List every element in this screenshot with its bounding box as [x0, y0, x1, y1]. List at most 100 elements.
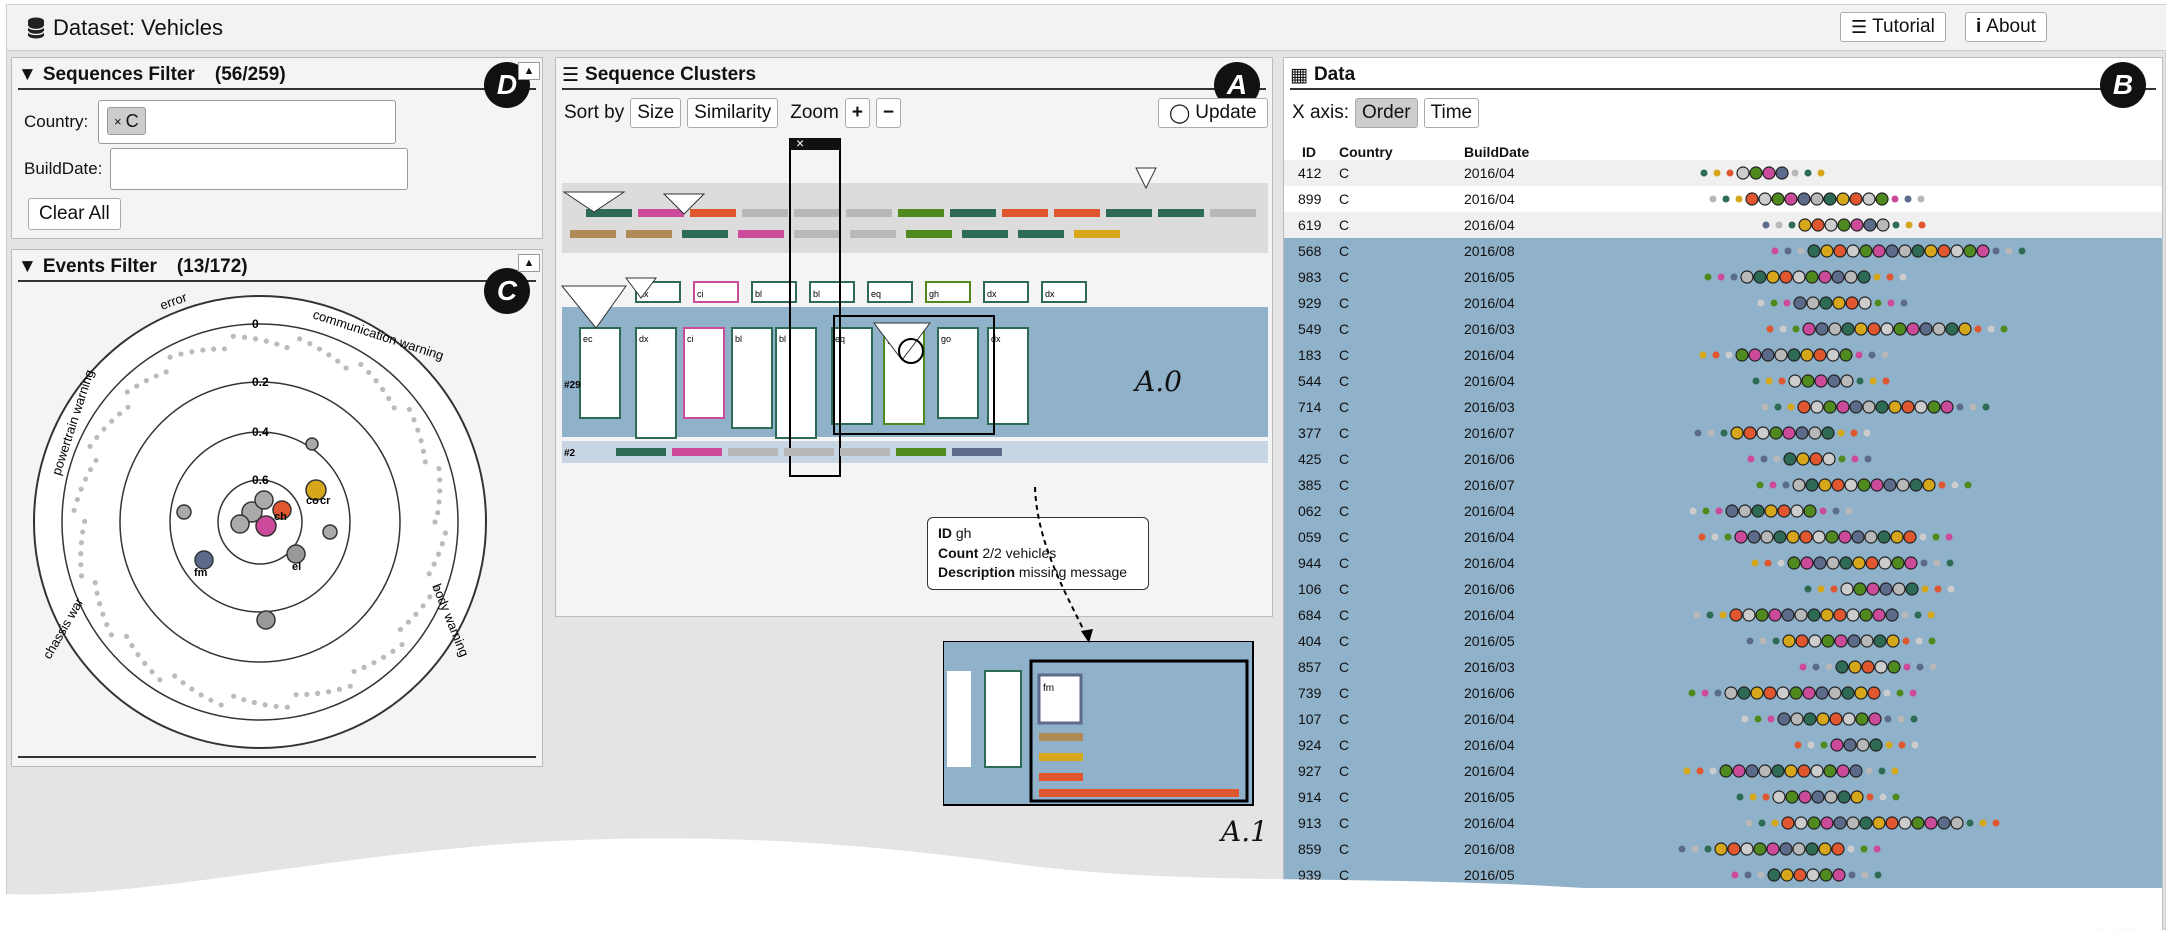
event-dot[interactable] — [1799, 219, 1811, 231]
table-row[interactable]: 913 C 2016/04 — [1284, 810, 2162, 836]
event-dot[interactable] — [1798, 248, 1805, 255]
event-dot[interactable] — [1845, 479, 1857, 491]
event-dot[interactable] — [1812, 219, 1824, 231]
event-point[interactable] — [80, 529, 85, 534]
event-dot[interactable] — [1795, 817, 1807, 829]
event-dot[interactable] — [1727, 170, 1734, 177]
event-dot[interactable] — [1690, 508, 1697, 515]
event-bar[interactable] — [1106, 209, 1152, 217]
event-dot[interactable] — [1788, 349, 1800, 361]
event-point[interactable] — [435, 510, 440, 515]
event-dot[interactable] — [1855, 687, 1867, 699]
event-dot[interactable] — [1785, 765, 1797, 777]
event-dot[interactable] — [1813, 531, 1825, 543]
event-dot[interactable] — [1799, 791, 1811, 803]
event-point[interactable] — [253, 336, 258, 341]
event-dot[interactable] — [1816, 323, 1828, 335]
table-row[interactable]: 714 C 2016/03 — [1284, 394, 2162, 420]
event-dot[interactable] — [1868, 687, 1880, 699]
event-dot[interactable] — [1889, 401, 1901, 413]
table-row[interactable]: 983 C 2016/05 — [1284, 264, 2162, 290]
event-dot[interactable] — [1831, 586, 1838, 593]
event-dot[interactable] — [1919, 222, 1926, 229]
event-bar[interactable] — [906, 230, 952, 238]
event-dot[interactable] — [1858, 271, 1870, 283]
update-button[interactable]: ◯ Update — [1158, 98, 1268, 128]
event-point[interactable] — [94, 591, 99, 596]
event-point[interactable] — [315, 691, 320, 696]
event-dot[interactable] — [1738, 687, 1750, 699]
event-dot[interactable] — [1800, 664, 1807, 671]
event-dot[interactable] — [1857, 739, 1869, 751]
event-point[interactable] — [436, 466, 441, 471]
event-point[interactable] — [189, 349, 194, 354]
event-dot[interactable] — [1764, 687, 1776, 699]
event-dot[interactable] — [1793, 271, 1805, 283]
event-point[interactable] — [109, 419, 114, 424]
event-dot[interactable] — [1763, 222, 1770, 229]
event-dot[interactable] — [1759, 193, 1771, 205]
event-point[interactable] — [427, 594, 432, 599]
event-dot[interactable] — [1788, 404, 1795, 411]
event-dot[interactable] — [1894, 323, 1906, 335]
event-dot[interactable] — [1766, 378, 1773, 385]
event-dot[interactable] — [1925, 245, 1937, 257]
event-dot[interactable] — [1760, 638, 1767, 645]
event-point[interactable] — [125, 405, 130, 410]
event-sequence[interactable] — [1584, 680, 2144, 706]
event-dot[interactable] — [1906, 222, 1913, 229]
event-dot[interactable] — [1786, 791, 1798, 803]
event-point[interactable] — [371, 660, 376, 665]
event-dot[interactable] — [1763, 794, 1770, 801]
event-sequence[interactable] — [1584, 576, 2144, 602]
event-dot[interactable] — [1826, 664, 1833, 671]
event-dot[interactable] — [1988, 326, 1995, 333]
event-dot[interactable] — [1736, 349, 1748, 361]
sort-size-button[interactable]: Size — [630, 98, 681, 128]
event-dot[interactable] — [1765, 560, 1772, 567]
event-dot[interactable] — [1701, 170, 1708, 177]
event-dot[interactable] — [1741, 271, 1753, 283]
event-dot[interactable] — [1851, 430, 1858, 437]
event-dot[interactable] — [1847, 817, 1859, 829]
event-dot[interactable] — [1836, 661, 1848, 673]
table-row[interactable]: 183 C 2016/04 — [1284, 342, 2162, 368]
event-dot[interactable] — [1928, 401, 1940, 413]
event-sequence[interactable] — [1584, 238, 2144, 264]
event-sequence[interactable] — [1584, 498, 2144, 524]
event-dot[interactable] — [1809, 635, 1821, 647]
event-point[interactable] — [97, 601, 102, 606]
event-dot[interactable] — [1720, 765, 1732, 777]
event-dot[interactable] — [1912, 817, 1924, 829]
event-point[interactable] — [293, 692, 298, 697]
event-dot[interactable] — [1793, 843, 1805, 855]
event-point[interactable] — [381, 655, 386, 660]
event-bar[interactable] — [682, 230, 728, 238]
event-point[interactable] — [366, 370, 371, 375]
event-point[interactable] — [87, 444, 92, 449]
event-sequence[interactable] — [1584, 862, 2144, 888]
event-dot[interactable] — [1831, 739, 1843, 751]
event-bar[interactable] — [846, 209, 892, 217]
event-dot[interactable] — [1948, 586, 1955, 593]
event-dot[interactable] — [1878, 531, 1890, 543]
event-bar[interactable] — [952, 448, 1002, 456]
event-bar[interactable] — [1054, 209, 1100, 217]
event-dot[interactable] — [1811, 401, 1823, 413]
event-dot[interactable] — [1893, 222, 1900, 229]
event-point[interactable] — [78, 562, 83, 567]
event-point[interactable] — [361, 665, 366, 670]
event-dot[interactable] — [1845, 271, 1857, 283]
event-point[interactable] — [242, 335, 247, 340]
event-point[interactable] — [180, 680, 185, 685]
event-point[interactable] — [104, 622, 109, 627]
event-sequence[interactable] — [1584, 160, 2144, 186]
event-dot[interactable] — [1814, 557, 1826, 569]
event-sequence[interactable] — [1584, 628, 2144, 654]
event-dot[interactable] — [1807, 869, 1819, 881]
event-dot[interactable] — [1886, 245, 1898, 257]
event-dot[interactable] — [1762, 404, 1769, 411]
event-dot[interactable] — [1802, 375, 1814, 387]
event-dot[interactable] — [1832, 271, 1844, 283]
event-dot[interactable] — [1915, 401, 1927, 413]
